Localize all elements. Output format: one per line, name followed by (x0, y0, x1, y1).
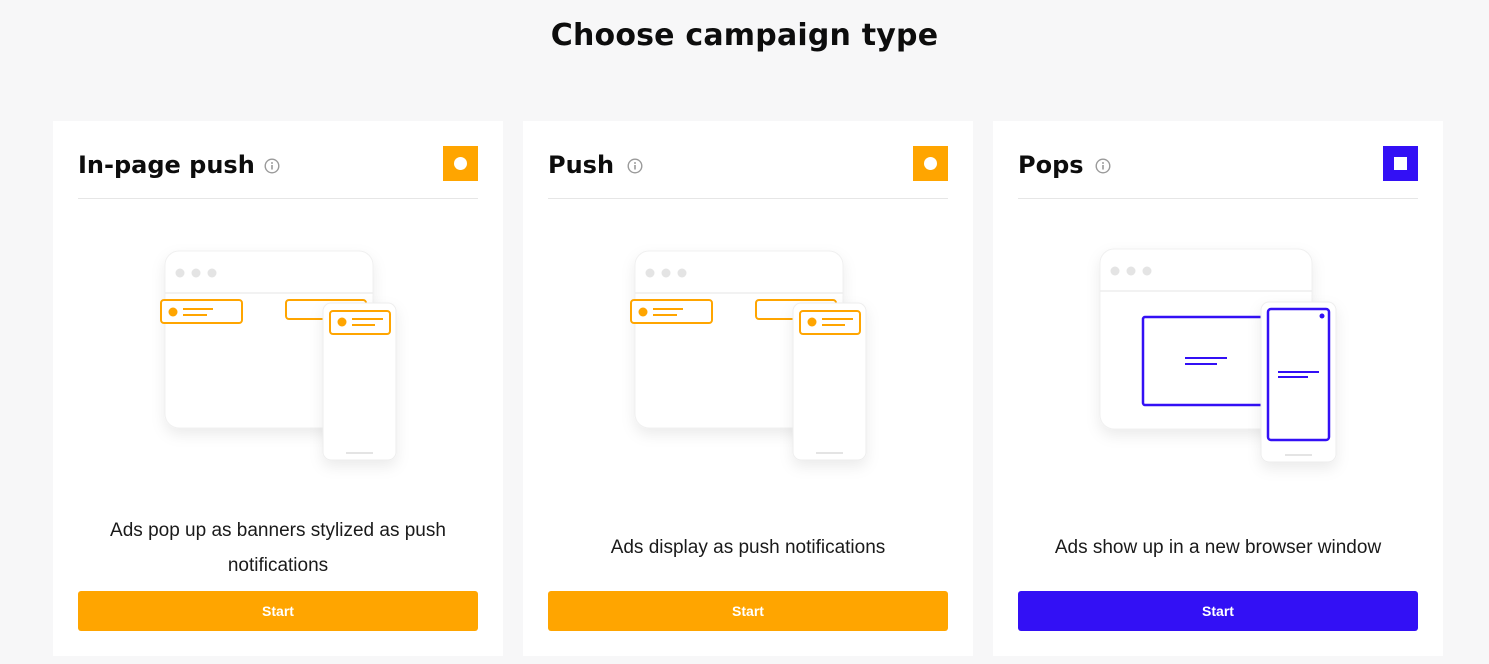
card-title: In-page push (78, 151, 255, 179)
push-illustration (630, 250, 867, 461)
card-header: Pops (1018, 146, 1418, 199)
card-description: Ads display as push notifications (610, 537, 886, 558)
in-page-push-illustration (160, 250, 397, 461)
campaign-card-push[interactable]: Push Ads display as push notifications S… (523, 121, 973, 656)
select-checkbox-icon[interactable] (1383, 146, 1418, 181)
card-title: Push (548, 151, 615, 179)
page-title: Choose campaign type (550, 18, 939, 53)
info-icon[interactable] (627, 158, 643, 174)
select-radio-icon[interactable] (443, 146, 478, 181)
info-icon[interactable] (1095, 158, 1111, 174)
select-radio-icon[interactable] (913, 146, 948, 181)
campaign-card-in-page-push[interactable]: In-page push Ads pop up as banners styli… (53, 121, 503, 656)
card-header: In-page push (78, 146, 478, 199)
start-button[interactable]: Start (1018, 591, 1418, 631)
card-description: Ads pop up as banners stylized as push n… (110, 520, 446, 576)
start-button[interactable]: Start (78, 591, 478, 631)
card-title: Pops (1018, 151, 1084, 179)
info-icon[interactable] (264, 158, 280, 174)
card-description: Ads show up in a new browser window (1054, 537, 1382, 558)
pops-illustration (1099, 248, 1337, 463)
start-button[interactable]: Start (548, 591, 948, 631)
campaign-card-pops[interactable]: Pops Ads show up in a new browser window… (993, 121, 1443, 656)
card-header: Push (548, 146, 948, 199)
